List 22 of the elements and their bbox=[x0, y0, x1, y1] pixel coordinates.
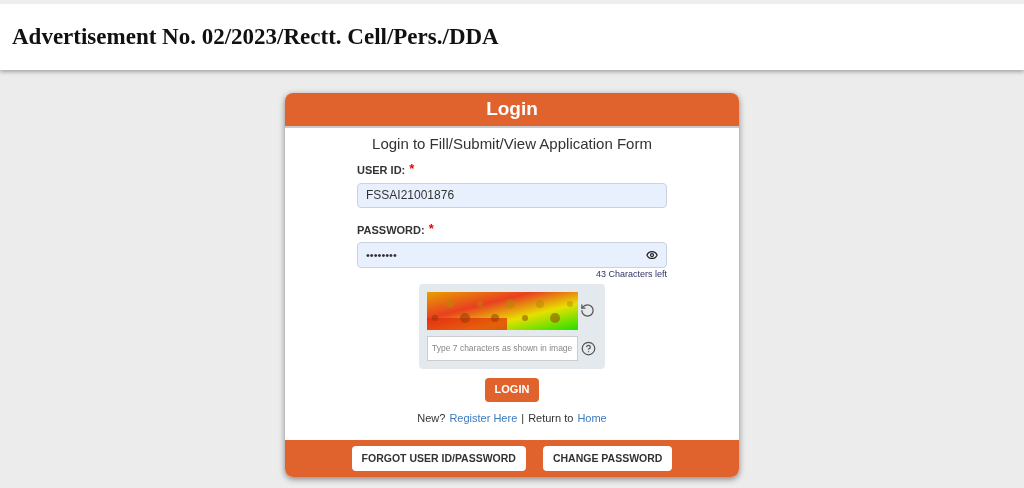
link-prefix: Return to bbox=[528, 410, 574, 426]
page-title: Advertisement No. 02/2023/Rectt. Cell/Pers./DDA bbox=[12, 22, 499, 51]
help-icon[interactable] bbox=[581, 340, 596, 356]
link-prefix: New? bbox=[417, 410, 446, 426]
captcha-field[interactable]: Type 7 characters as shown in image bbox=[427, 335, 578, 361]
field-label: PASSWORD: bbox=[357, 222, 425, 238]
refresh-icon[interactable] bbox=[580, 303, 595, 318]
field-label: USER ID: bbox=[357, 162, 406, 178]
show-password-icon[interactable] bbox=[646, 249, 658, 261]
text-link[interactable]: Home bbox=[577, 409, 607, 426]
form-subtitle: Login to Fill/Submit/View Application Form bbox=[372, 134, 652, 154]
required-mark: * bbox=[409, 161, 415, 178]
footer-button[interactable]: FORGOT USER ID/PASSWORD bbox=[351, 446, 526, 471]
required-mark: * bbox=[428, 221, 434, 238]
card-title: Login bbox=[486, 97, 538, 122]
footer-button[interactable]: CHANGE PASSWORD bbox=[542, 446, 673, 471]
user-id-field[interactable]: FSSAI21001876 bbox=[357, 182, 667, 208]
separator: | bbox=[521, 410, 525, 426]
characters-left: 43 Characters left bbox=[595, 268, 667, 281]
login-button[interactable]: LOGIN bbox=[484, 377, 540, 402]
text-link[interactable]: Register Here bbox=[449, 409, 518, 426]
password-field[interactable]: •••••••• bbox=[357, 242, 667, 268]
